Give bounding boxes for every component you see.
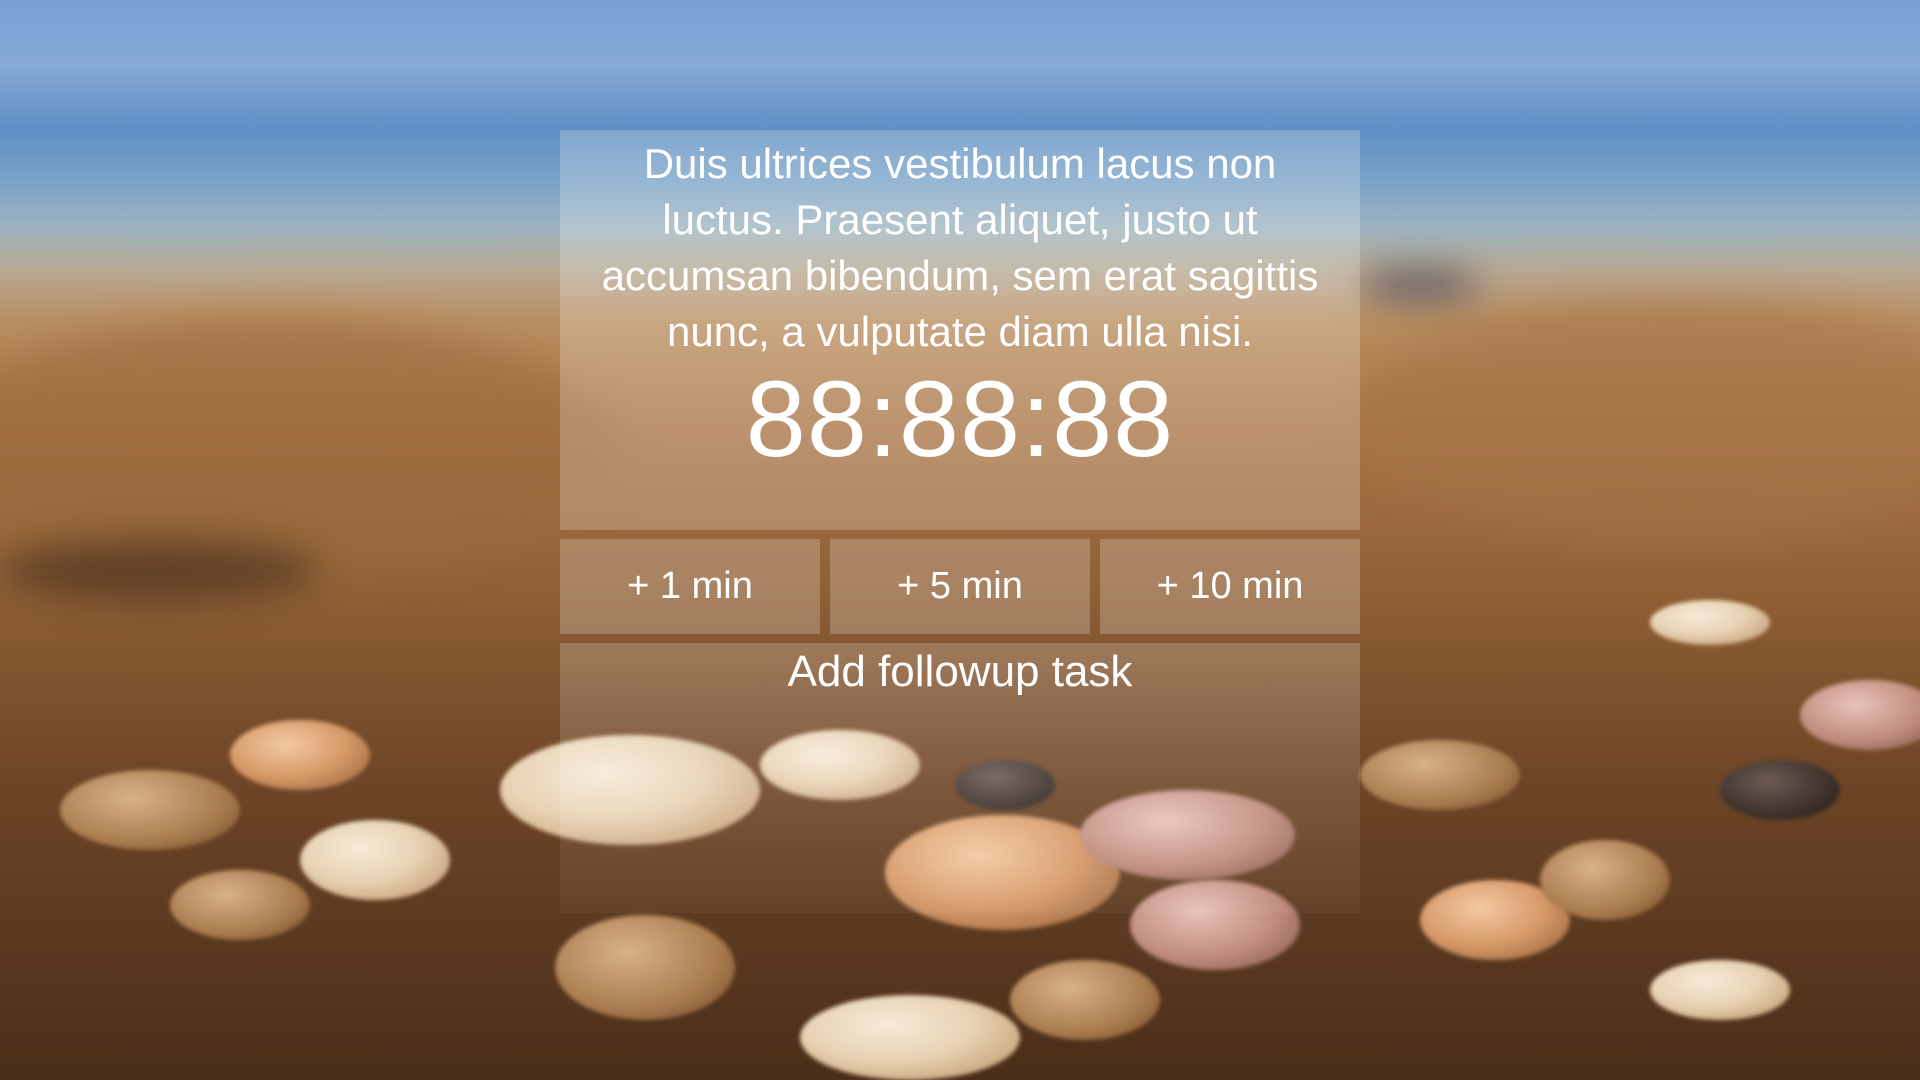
sand-blur: [0, 540, 320, 600]
add-followup-task-button[interactable]: Add followup task: [560, 643, 1360, 701]
add-1-min-button[interactable]: + 1 min: [560, 539, 820, 634]
add-5-min-button[interactable]: + 5 min: [830, 539, 1090, 634]
add-time-button-row: + 1 min + 5 min + 10 min: [560, 539, 1360, 634]
shell: [300, 820, 450, 900]
shell: [1800, 680, 1920, 750]
add-10-min-button[interactable]: + 10 min: [1100, 539, 1360, 634]
sand-blur: [0, 320, 620, 580]
shell: [555, 915, 735, 1020]
sand-blur: [1350, 300, 1920, 540]
shell: [230, 720, 370, 790]
shell: [1720, 760, 1840, 820]
shell: [1010, 960, 1160, 1040]
sand-blur: [1360, 270, 1480, 300]
shell: [800, 995, 1020, 1080]
shell: [1360, 740, 1520, 810]
followup-panel: Add followup task: [560, 643, 1360, 913]
timer-display: 88:88:88: [745, 358, 1175, 479]
shell: [1650, 600, 1770, 645]
task-description: Duis ultrices vestibulum lacus non luctu…: [601, 140, 1319, 355]
shell: [60, 770, 240, 850]
shell: [1540, 840, 1670, 920]
shell: [1650, 960, 1790, 1020]
timer-card: Duis ultrices vestibulum lacus non luctu…: [560, 130, 1360, 530]
shell: [170, 870, 310, 940]
